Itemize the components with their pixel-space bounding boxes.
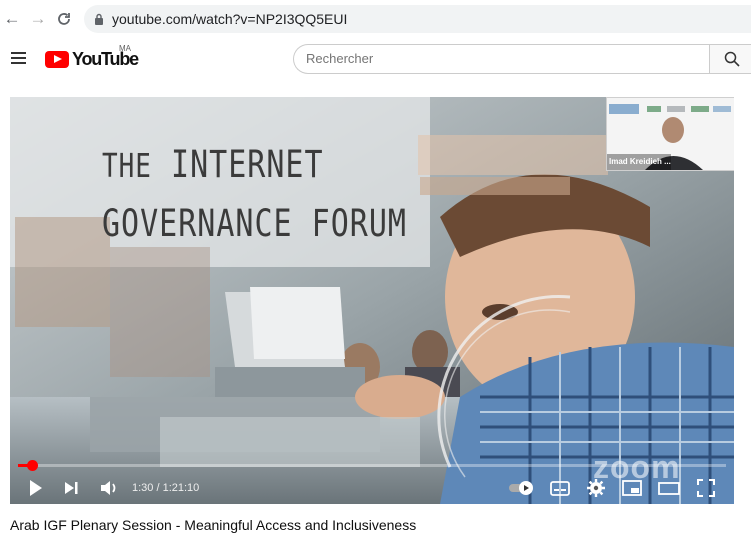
zoom-participant-thumbnail: Imad Kreidieh ...: [606, 97, 734, 171]
overlay-title-word: INTERNET: [171, 143, 324, 187]
overlay-title-prefix: THE: [102, 148, 152, 186]
time-display: 1:30 / 1:21:10: [132, 482, 200, 494]
play-icon[interactable]: [28, 477, 44, 499]
player-controls: 1:30 / 1:21:10: [10, 473, 734, 504]
url-text: youtube.com/watch?v=NP2I3QQ5EUI: [112, 11, 348, 27]
subtitles-icon[interactable]: [550, 477, 570, 499]
search-box[interactable]: [293, 44, 710, 74]
video-player[interactable]: THE INTERNET GOVERNANCE FORUM Imad Kreid…: [10, 97, 734, 504]
forward-icon[interactable]: →: [28, 9, 48, 29]
address-bar[interactable]: youtube.com/watch?v=NP2I3QQ5EUI: [84, 5, 751, 33]
hamburger-menu-icon[interactable]: [11, 52, 26, 64]
next-icon[interactable]: [64, 477, 80, 499]
fullscreen-icon[interactable]: [696, 477, 716, 499]
search-icon: [724, 51, 740, 67]
video-title: Arab IGF Plenary Session - Meaningful Ac…: [10, 517, 417, 533]
video-overlay-title: THE INTERNET GOVERNANCE FORUM: [102, 146, 407, 246]
browser-toolbar: ← → youtube.com/watch?v=NP2I3QQ5EUI: [0, 0, 751, 39]
search-input[interactable]: [306, 51, 686, 66]
theater-icon[interactable]: [658, 477, 680, 499]
youtube-play-logo-icon: [45, 51, 69, 68]
youtube-logo[interactable]: YouTube MA: [45, 44, 139, 72]
region-code: MA: [119, 44, 131, 53]
progress-bar[interactable]: [18, 460, 726, 471]
back-icon[interactable]: ←: [2, 9, 22, 29]
miniplayer-icon[interactable]: [622, 477, 642, 499]
autoplay-toggle-icon[interactable]: [508, 477, 536, 499]
settings-icon[interactable]: [586, 477, 606, 499]
overlay-title-line2: GOVERNANCE FORUM: [102, 202, 407, 246]
search-button[interactable]: [709, 44, 751, 74]
youtube-header: YouTube MA: [0, 38, 751, 78]
lock-icon: [95, 13, 103, 25]
volume-icon[interactable]: [100, 477, 120, 499]
participant-name: Imad Kreidieh ...: [609, 157, 671, 166]
reload-icon[interactable]: [54, 9, 74, 29]
